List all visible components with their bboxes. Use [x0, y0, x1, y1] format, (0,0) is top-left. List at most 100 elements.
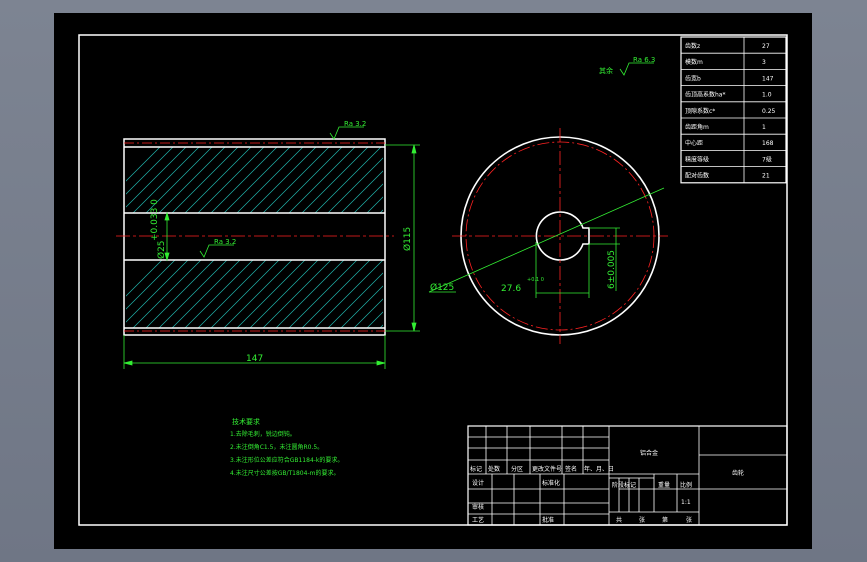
hatch-line	[145, 260, 215, 329]
tech-req-line-4: 4.未注尺寸公差按GB/T1804-m的要求。	[230, 469, 339, 477]
tech-req-title: 技术要求	[232, 417, 260, 426]
hatch-line	[301, 260, 371, 329]
param-label: 精度等级	[685, 155, 709, 163]
sheet-unit-1: 张	[639, 516, 645, 524]
dim-height: Ø115	[402, 227, 413, 251]
hatch-line	[288, 260, 358, 329]
hatch-line	[327, 272, 383, 329]
hatch-line	[126, 147, 174, 195]
hatch-line	[406, 147, 472, 213]
gear-outline	[123, 138, 386, 336]
scale-label: 比例	[680, 481, 692, 489]
hatch-line	[288, 147, 356, 213]
param-label: 齿数z	[685, 42, 700, 50]
sheet-total: 共	[616, 516, 622, 524]
row-standard: 标准化	[542, 479, 560, 487]
tech-req-line-2: 2.未注倒角C1.5，未注圆角R0.5。	[230, 443, 323, 451]
hatch-line	[340, 285, 383, 329]
sheet-unit-2: 张	[686, 516, 692, 524]
hatch-line	[366, 311, 383, 329]
hatch-line	[406, 260, 474, 328]
hatch-line	[301, 147, 369, 213]
param-value: 168	[762, 140, 774, 147]
hatch-line	[197, 260, 267, 329]
param-label: 齿宽b	[685, 74, 701, 82]
scale-value: 1:1	[681, 499, 691, 506]
row-approve: 批准	[542, 516, 554, 524]
dim-keyway-width: 6±0.005	[607, 250, 617, 289]
hatch-line	[210, 260, 280, 329]
hatch-line	[184, 260, 254, 329]
param-value: 7级	[762, 155, 772, 163]
param-value: 21	[762, 173, 770, 180]
ra-side-label: Ra 3.2	[344, 120, 366, 128]
ra-top-label: Ra 6.3	[633, 56, 655, 64]
hatch-line	[223, 260, 293, 329]
param-value: 27	[762, 43, 770, 50]
param-value: 147	[762, 75, 774, 82]
param-label: 齿距角m	[685, 123, 709, 131]
dim-keyway-depth-tol: +0.1 0	[527, 277, 544, 283]
hatch-line	[275, 147, 343, 213]
hatch-line	[353, 298, 383, 329]
hatch-line	[126, 260, 176, 310]
hatch-line	[262, 260, 332, 329]
param-value: 1.0	[762, 92, 772, 99]
tech-requirements: 技术要求 1.去除毛刺，锐边倒钝。 2.未注倒角C1.5，未注圆角R0.5。 3…	[230, 417, 343, 477]
hatch-line	[171, 260, 241, 329]
drawing-canvas: 147 Ø115 Ø25 +0.033 0 Ra 3.2 Ra 3.2 Ø125…	[54, 13, 812, 549]
tech-req-line-3: 3.未注形位公差应符合GB1184-k的要求。	[230, 456, 343, 464]
sheet-number: 第	[662, 516, 668, 524]
hatch-line	[314, 260, 383, 329]
hatch-line	[158, 147, 226, 213]
hatch-line	[314, 147, 382, 213]
hatch-line	[393, 260, 461, 328]
section-view: 147 Ø115 Ø25 +0.033 0 Ra 3.2 Ra 3.2	[116, 120, 474, 369]
hatch-line	[275, 260, 345, 329]
hdr-mark: 标记	[470, 465, 482, 473]
gear-param-table: 齿数z 27 模数m 3 齿宽b 147 齿顶高系数ha* 1.0 顶隙系数c* 0.25 齿距角m…	[680, 36, 787, 184]
hdr-date: 年、月、日	[584, 465, 614, 473]
hdr-count: 处数	[488, 465, 500, 473]
hatch-line	[249, 147, 317, 213]
hatch-line	[236, 147, 304, 213]
hatch-line	[210, 147, 278, 213]
hatch-line	[236, 260, 306, 329]
circular-view: Ø125 27.6 +0.1 0 6±0.005	[428, 128, 668, 344]
param-value: 1	[762, 124, 766, 131]
ra-bore-label: Ra 3.2	[214, 238, 236, 246]
hdr-change-doc: 更改文件号	[532, 465, 562, 473]
hdr-zone: 分区	[511, 465, 523, 473]
row-review: 审核	[472, 503, 484, 511]
hatch-line	[184, 147, 252, 213]
stage-label: 阶段标记	[612, 481, 636, 489]
part-name-label: 齿轮	[732, 469, 744, 477]
hatch-line	[393, 147, 459, 213]
param-value: 3	[762, 59, 766, 66]
hatch-bottom	[126, 260, 474, 329]
tech-req-line-1: 1.去除毛刺，锐边倒钝。	[230, 430, 296, 438]
hatch-line	[126, 260, 163, 297]
hatch-line	[132, 260, 202, 329]
material-label: 铝合金	[640, 449, 658, 457]
hatch-line	[262, 147, 330, 213]
surface-other-label: 其余	[599, 66, 613, 75]
dim-length: 147	[246, 354, 263, 364]
hatch-line	[379, 209, 383, 213]
hatch-line	[327, 157, 383, 213]
hatch-line	[353, 183, 383, 213]
hatch-line	[126, 260, 189, 323]
hatch-line	[171, 147, 239, 213]
hatch-line	[223, 147, 291, 213]
hatch-line	[197, 147, 265, 213]
cad-drawing: 147 Ø115 Ø25 +0.033 0 Ra 3.2 Ra 3.2 Ø125…	[78, 34, 788, 526]
row-process: 工艺	[472, 516, 484, 524]
row-design: 设计	[472, 479, 484, 487]
param-label: 顶隙系数c*	[685, 107, 715, 115]
param-label: 模数m	[685, 58, 703, 66]
hatch-line	[249, 260, 319, 329]
hatch-line	[366, 196, 383, 213]
param-label: 配对齿数	[685, 172, 709, 180]
dim-outer-dia: Ø125	[430, 282, 454, 293]
param-label: 齿顶高系数ha*	[685, 91, 725, 99]
